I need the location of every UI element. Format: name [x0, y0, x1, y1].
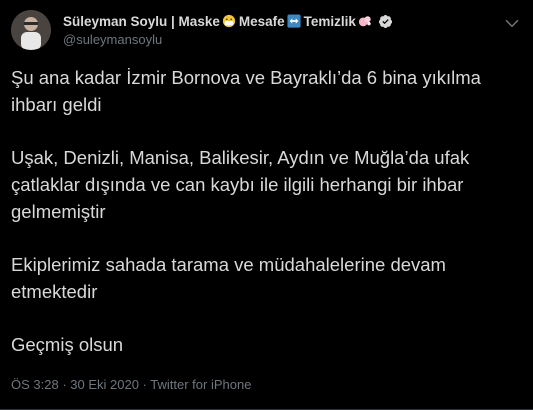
- mask-emoji-icon: [222, 14, 235, 28]
- chevron-down-icon[interactable]: [503, 14, 521, 32]
- tweet-time[interactable]: ÖS 3:28: [11, 377, 59, 392]
- tweet-header: Süleyman Soylu | Maske Mesafe Temizlik @…: [11, 10, 523, 50]
- tweet-paragraph: Şu ana kadar İzmir Bornova ve Bayraklı’d…: [11, 67, 487, 115]
- tweet-date[interactable]: 30 Eki 2020: [70, 377, 139, 392]
- display-name[interactable]: Süleyman Soylu | Maske Mesafe Temizlik: [63, 12, 393, 30]
- display-name-part: Süleyman Soylu | Maske: [63, 13, 220, 29]
- display-name-part: Temizlik: [303, 13, 356, 29]
- verified-badge-icon: [378, 14, 392, 28]
- left-right-arrow-emoji-icon: [287, 14, 301, 28]
- tweet-source[interactable]: Twitter for iPhone: [150, 377, 251, 392]
- soap-emoji-icon: [358, 16, 371, 27]
- avatar[interactable]: [11, 10, 51, 50]
- tweet-text: Şu ana kadar İzmir Bornova ve Bayraklı’d…: [11, 64, 521, 358]
- author-names: Süleyman Soylu | Maske Mesafe Temizlik @…: [63, 12, 393, 47]
- author-handle[interactable]: @suleymansoylu: [63, 32, 393, 47]
- meta-separator: ·: [138, 377, 151, 392]
- tweet-metadata: ÖS 3:28 · 30 Eki 2020 · Twitter for iPho…: [11, 377, 251, 392]
- tweet-paragraph: Geçmiş olsun: [11, 334, 124, 355]
- avatar-image: [11, 10, 51, 50]
- display-name-part: Mesafe: [238, 13, 285, 29]
- tweet-card: Süleyman Soylu | Maske Mesafe Temizlik @…: [0, 0, 533, 410]
- tweet-paragraph: Uşak, Denizli, Manisa, Balikesir, Aydın …: [11, 147, 475, 222]
- meta-separator: ·: [58, 377, 71, 392]
- tweet-paragraph: Ekiplerimiz sahada tarama ve müdahaleler…: [11, 254, 452, 302]
